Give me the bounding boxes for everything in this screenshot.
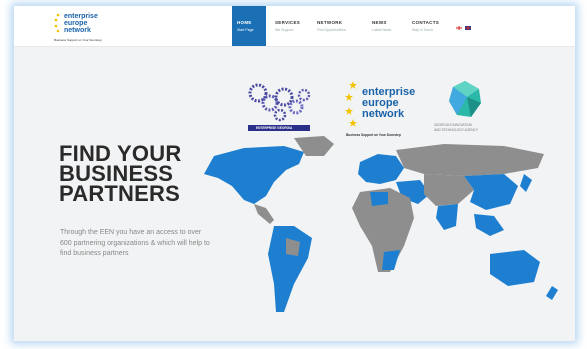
nav-news-subtitle: Latest News <box>372 28 392 32</box>
nav-contacts-subtitle: Stay in Touch <box>412 28 433 32</box>
region-southeast-asia <box>474 214 504 236</box>
region-australia <box>490 250 540 286</box>
logo-line-2: europe <box>64 20 88 27</box>
enterprise-georgia-label: ENTERPRISE GEORGIA <box>256 126 293 130</box>
nav-home-subtitle: Start Page <box>237 28 254 32</box>
flag-icons <box>455 25 471 31</box>
nav-item-news[interactable]: NEWS Latest News <box>367 6 401 46</box>
region-north-america <box>204 146 304 204</box>
nav-network-label: NETWORK <box>317 20 343 25</box>
region-russia <box>396 144 544 176</box>
region-india <box>436 204 458 230</box>
region-japan <box>520 174 532 192</box>
browser-frame: enterprise europe network Business Suppo… <box>14 6 575 341</box>
top-navigation: enterprise europe network Business Suppo… <box>14 6 575 47</box>
nav-news-label: NEWS <box>372 20 387 25</box>
nav-item-contacts[interactable]: CONTACTS Stay in Touch <box>407 6 441 46</box>
gita-line-1: GEORGIA'S INNOVATION <box>434 123 472 127</box>
een-logo[interactable]: enterprise europe network Business Suppo… <box>54 12 134 46</box>
nav-home-label: HOME <box>237 20 252 25</box>
nav-item-home[interactable]: HOME Start Page <box>232 6 266 46</box>
region-south-africa <box>382 250 400 270</box>
star-ring-icon <box>54 13 60 33</box>
hero-headline: FIND YOUR BUSINESS PARTNERS <box>59 143 181 206</box>
region-south-america <box>268 226 312 312</box>
logo-line-3: network <box>64 27 91 34</box>
logo-text: enterprise europe network <box>64 13 98 34</box>
gita-line-2: AND TECHNOLOGY AGENCY <box>434 128 478 132</box>
region-central-america <box>254 204 274 224</box>
hero-subtext: Through the EEN you have an access to ov… <box>60 229 210 257</box>
language-switcher[interactable] <box>455 25 472 32</box>
een-partner-logo[interactable]: enterprise europe network Business Suppo… <box>344 79 424 139</box>
nav-services-subtitle: We Support <box>275 28 294 32</box>
region-china <box>464 174 518 210</box>
nav-item-network[interactable]: NETWORK Find Opportunities <box>312 6 346 46</box>
region-north-africa <box>370 192 388 206</box>
headline-line-3: PARTNERS <box>59 181 180 206</box>
een-stars-icon <box>345 81 357 127</box>
gita-crystal-icon <box>449 81 481 117</box>
world-map[interactable] <box>174 134 574 334</box>
nav-network-subtitle: Find Opportunities <box>317 28 346 32</box>
nav-item-services[interactable]: SERVICES We Support <box>270 6 304 46</box>
enterprise-georgia-logo[interactable]: ENTERPRISE GEORGIA <box>244 81 314 133</box>
region-europe <box>358 154 404 184</box>
gita-logo[interactable]: GEORGIA'S INNOVATION AND TECHNOLOGY AGEN… <box>434 79 496 137</box>
nav-contacts-label: CONTACTS <box>412 20 440 25</box>
region-new-zealand <box>546 286 558 300</box>
nav-services-label: SERVICES <box>275 20 301 25</box>
gears-icon <box>248 83 311 122</box>
logo-line-1: enterprise <box>64 13 98 20</box>
logo-tagline: Business Support on Your Doorstep <box>54 38 102 42</box>
een-line-3: network <box>362 108 405 120</box>
